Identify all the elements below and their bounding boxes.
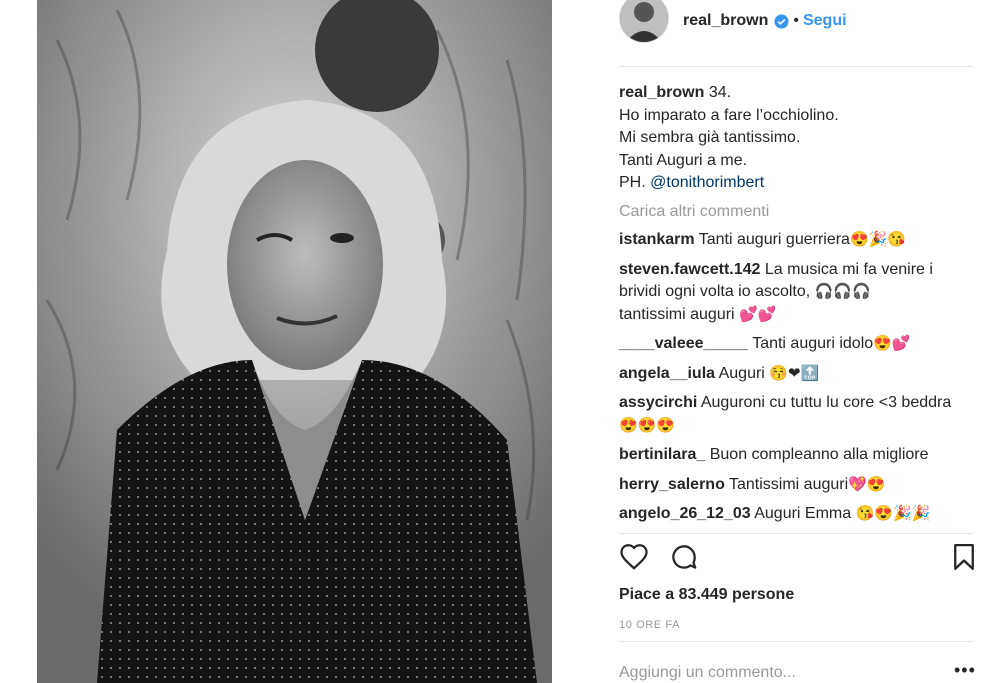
comment: angela__iula Auguri 😚❤🔝 <box>619 363 977 386</box>
verified-badge-icon <box>774 13 789 29</box>
caption-line: Mi sembra già tantissimo. <box>619 129 801 146</box>
comment-username[interactable]: bertinilara_ <box>619 446 705 463</box>
comment-username[interactable]: herry_salerno <box>619 476 725 493</box>
caption-line: 34. <box>708 84 732 101</box>
post-photo[interactable] <box>37 0 552 683</box>
post-details: real_brown • Segui real_brown 34. Ho imp… <box>605 0 985 683</box>
photo-illustration <box>37 0 552 683</box>
caption-line: Ho imparato a fare l’occhiolino. <box>619 106 839 124</box>
comment-username[interactable]: istankarm <box>619 231 695 248</box>
comment-emoji: 🎧🎧🎧 <box>814 283 871 300</box>
comment-text: Tanti auguri idolo <box>752 335 874 352</box>
comment-username[interactable]: ____valeee_____ <box>619 335 748 352</box>
comment-text: Buon compleanno alla migliore <box>709 446 929 463</box>
post-media-panel <box>0 0 590 683</box>
comment: assycirchi Auguroni cu tuttu lu core <3 … <box>619 392 977 437</box>
bookmark-icon[interactable] <box>949 542 979 572</box>
comment-emoji: 😚❤🔝 <box>769 364 820 382</box>
comments-list: real_brown 34. Ho imparato a fare l’occh… <box>619 82 977 533</box>
comment-username[interactable]: steven.fawcett.142 <box>619 261 760 278</box>
comment-icon[interactable] <box>669 542 699 572</box>
comment: ____valeee_____ Tanti auguri idolo😍💕 <box>619 333 977 356</box>
comment-emoji: 💕💕 <box>739 305 777 323</box>
post-header: real_brown • Segui <box>619 0 973 43</box>
heart-icon[interactable] <box>619 542 649 572</box>
likes-count[interactable]: Piace a 83.449 persone <box>619 586 794 604</box>
comment-username[interactable]: angelo_26_12_03 <box>619 505 751 522</box>
comment-text: tantissimi auguri <box>619 305 735 323</box>
credit-prefix: PH. <box>619 174 646 191</box>
more-options-icon[interactable]: ••• <box>954 660 976 681</box>
comment-username[interactable]: assycirchi <box>619 394 697 411</box>
comment: angelo_26_12_03 Auguri Emma 😘😍🎉🎉 <box>619 503 977 526</box>
divider <box>619 533 973 534</box>
add-comment-input[interactable]: Aggiungi un commento... <box>619 664 796 682</box>
comment-emoji: 😍😍😍 <box>619 416 676 434</box>
caption-credit: PH. @tonithorimbert <box>619 172 977 195</box>
caption-username[interactable]: real_brown <box>619 84 704 101</box>
load-more-comments-button[interactable]: Carica altri commenti <box>619 201 977 224</box>
divider <box>619 66 973 67</box>
comment-username[interactable]: angela__iula <box>619 365 715 382</box>
header-username[interactable]: real_brown <box>683 12 768 30</box>
comment-emoji: 💖😍 <box>848 475 886 493</box>
post-time[interactable]: 10 ORE FA <box>619 619 680 631</box>
comment-text: Auguri <box>718 364 765 382</box>
comment-emoji: 😍💕 <box>873 335 911 352</box>
comment-text: Auguri Emma <box>754 505 852 522</box>
caption: real_brown 34. Ho imparato a fare l’occh… <box>619 82 977 195</box>
comment-text: Tanti auguri guerriera <box>698 231 850 248</box>
comment-emoji: 😍🎉😘 <box>849 231 906 248</box>
comment-text: Auguroni cu tuttu lu core <3 beddra <box>700 394 952 411</box>
comment: steven.fawcett.142 La musica mi fa venir… <box>619 259 977 327</box>
comment-text: Tantissimi auguri <box>729 475 849 493</box>
comment: istankarm Tanti auguri guerriera😍🎉😘 <box>619 229 977 252</box>
comment: bertinilara_ Buon compleanno alla miglio… <box>619 444 977 467</box>
avatar-image <box>620 0 668 42</box>
caption-line: Tanti Auguri a me. <box>619 151 748 169</box>
action-bar <box>619 542 974 582</box>
avatar[interactable] <box>619 0 669 43</box>
comment: herry_salerno Tantissimi auguri💖😍 <box>619 474 977 497</box>
divider <box>619 641 973 642</box>
header-separator: • <box>793 12 799 29</box>
follow-button[interactable]: Segui <box>803 12 847 30</box>
comment-emoji: 😘😍🎉🎉 <box>855 505 931 522</box>
credit-link[interactable]: @tonithorimbert <box>650 174 764 191</box>
